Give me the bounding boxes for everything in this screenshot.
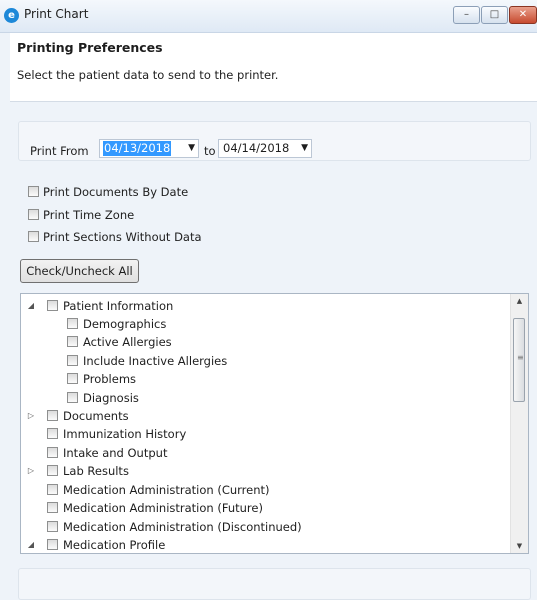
tree-item-medication-profile[interactable]: ◢ Medication Profile [25,537,165,553]
scrollbar-thumb[interactable]: ≡ [513,318,525,402]
tree-item-label: Include Inactive Allergies [83,354,228,368]
tree-item-problems[interactable]: Problems [67,371,136,387]
tree-item-include-inactive-allergies[interactable]: Include Inactive Allergies [67,353,227,369]
checkbox[interactable] [67,373,78,384]
checkbox[interactable] [47,300,58,311]
window-title: Print Chart [24,7,89,21]
checkbox[interactable] [47,447,58,458]
from-date-value[interactable]: 04/13/2018 [103,141,172,156]
grip-icon: ≡ [517,353,524,362]
close-button[interactable]: ✕ [509,6,537,24]
tree-item-diagnosis[interactable]: Diagnosis [67,390,139,406]
tree-item-label: Diagnosis [83,391,139,405]
collapsed-triangle-icon[interactable]: ▷ [25,463,37,479]
expanded-triangle-icon[interactable]: ◢ [25,298,37,314]
tree-item-label: Immunization History [63,427,187,441]
option-label: Print Sections Without Data [43,230,202,244]
checkbox[interactable] [47,539,58,550]
tree-scrollbar[interactable]: ▲ ≡ ▼ [510,294,528,553]
app-icon: e [4,8,19,23]
maximize-button[interactable]: □ [481,6,508,24]
page-title: Printing Preferences [17,40,163,55]
tree-item-label: Problems [83,372,137,386]
checkbox[interactable] [28,209,39,220]
date-range-panel: Print From 04/13/2018 ▼ to 04/14/2018 ▼ [18,121,531,161]
checkbox[interactable] [67,318,78,329]
checkbox[interactable] [47,465,58,476]
footer-panel [18,568,531,600]
tree-item-label: Demographics [83,317,167,331]
tree-item-label: Medication Administration (Future) [63,501,263,515]
tree-item-label: Active Allergies [83,335,172,349]
from-date-picker[interactable]: 04/13/2018 ▼ [99,139,199,158]
preferences-header: Printing Preferences Select the patient … [10,33,537,102]
checkbox[interactable] [47,521,58,532]
option-print-time-zone[interactable]: Print Time Zone [28,207,134,223]
checkbox[interactable] [28,186,39,197]
tree-item-label: Medication Profile [63,538,166,552]
chevron-down-icon[interactable]: ▼ [301,141,308,156]
option-label: Print Time Zone [43,208,135,222]
to-date-picker[interactable]: 04/14/2018 ▼ [218,139,312,158]
tree-item-medication-administration-future[interactable]: Medication Administration (Future) [47,500,263,516]
tree-item-label: Lab Results [63,464,129,478]
tree-item-medication-administration-discontinued[interactable]: Medication Administration (Discontinued) [47,519,302,535]
collapsed-triangle-icon[interactable]: ▷ [25,408,37,424]
expanded-triangle-icon[interactable]: ◢ [25,537,37,553]
tree-item-lab-results[interactable]: ▷ Lab Results [25,463,129,479]
tree-item-patient-information[interactable]: ◢ Patient Information [25,298,173,314]
tree-item-medication-administration-current[interactable]: Medication Administration (Current) [47,482,270,498]
checkbox[interactable] [28,231,39,242]
to-label: to [204,144,216,158]
option-print-documents-by-date[interactable]: Print Documents By Date [28,184,188,200]
scroll-up-arrow-icon[interactable]: ▲ [511,297,528,305]
tree-item-documents[interactable]: ▷ Documents [25,408,129,424]
tree-item-label: Intake and Output [63,446,168,460]
tree-item-intake-and-output[interactable]: Intake and Output [47,445,167,461]
checkbox[interactable] [67,392,78,403]
checkbox[interactable] [67,355,78,366]
title-bar: e Print Chart – □ ✕ [0,0,537,33]
checkbox[interactable] [47,502,58,513]
checkbox[interactable] [47,428,58,439]
sections-tree[interactable]: ◢ Patient Information Demographics Activ… [20,293,529,554]
checkbox[interactable] [67,336,78,347]
checkbox[interactable] [47,484,58,495]
minimize-button[interactable]: – [453,6,480,24]
option-label: Print Documents By Date [43,185,189,199]
tree-item-label: Patient Information [63,299,174,313]
print-from-label: Print From [30,144,89,158]
to-date-value[interactable]: 04/14/2018 [222,141,290,156]
tree-item-active-allergies[interactable]: Active Allergies [67,334,172,350]
checkbox[interactable] [47,410,58,421]
option-print-sections-without-data[interactable]: Print Sections Without Data [28,229,202,245]
tree-item-label: Medication Administration (Current) [63,483,270,497]
scroll-down-arrow-icon[interactable]: ▼ [511,542,528,550]
chevron-down-icon[interactable]: ▼ [188,141,195,156]
check-uncheck-all-button[interactable]: Check/Uncheck All [20,259,139,283]
page-subtitle: Select the patient data to send to the p… [17,68,279,82]
tree-item-immunization-history[interactable]: Immunization History [47,426,186,442]
tree-item-label: Documents [63,409,129,423]
tree-item-demographics[interactable]: Demographics [67,316,166,332]
tree-item-label: Medication Administration (Discontinued) [63,520,302,534]
